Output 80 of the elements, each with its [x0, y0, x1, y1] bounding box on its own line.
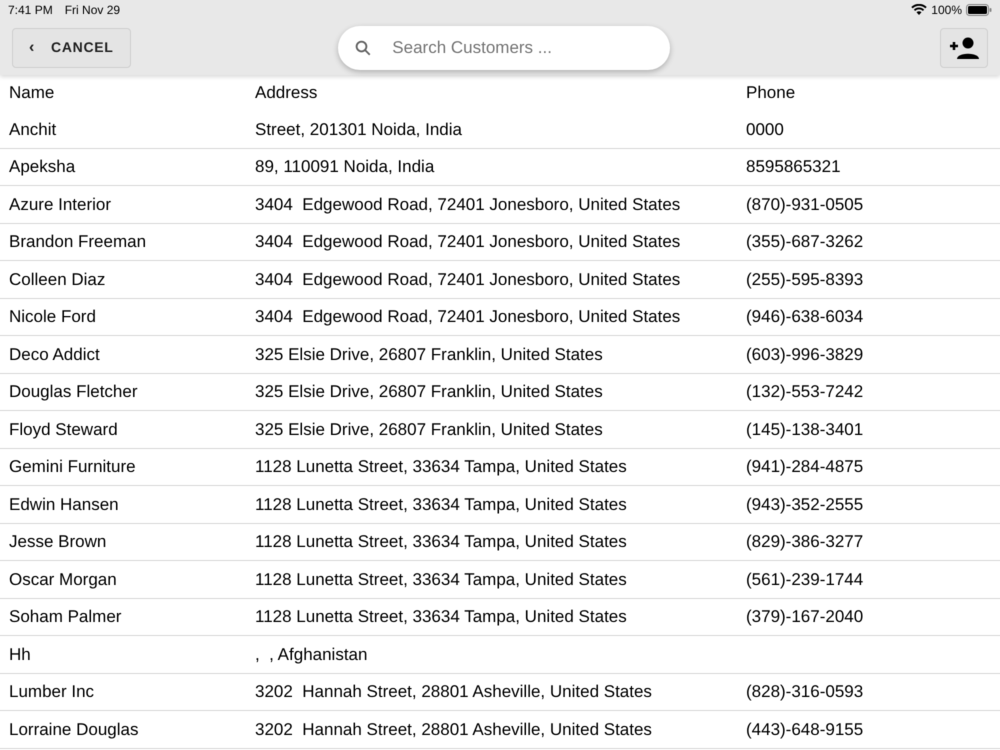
battery-icon	[966, 4, 992, 16]
phone-cell-text: 8595865321	[746, 156, 841, 178]
phone-cell-text: (255)-595-8393	[746, 268, 864, 290]
customer-row[interactable]: Douglas Fletcher 325 Elsie Drive, 26807 Franklin, United States (132)-553-7242	[0, 374, 1000, 411]
status-date: Fri Nov 29	[64, 2, 120, 19]
name-cell-text: Lorraine Douglas	[9, 718, 140, 740]
address-cell-text: 1128 Lunetta Street, 33634 Tampa, United States	[255, 494, 628, 516]
address-cell-text: 1128 Lunetta Street, 33634 Tampa, United States	[255, 568, 628, 590]
customer-row[interactable]: Gemini Furniture 1128 Lunetta Street, 33634 Tampa, United States (941)-284-4875	[0, 448, 1000, 486]
address-cell-text: 3404 Edgewood Road, 72401 Jonesboro, United States	[255, 268, 682, 290]
phone-cell-text: (828)-316-0593	[746, 681, 864, 703]
customer-row[interactable]: Edwin Hansen 1128 Lunetta Street, 33634 Tampa, United States (943)-352-2555	[0, 486, 1000, 524]
customer-row[interactable]: Floyd Steward 325 Elsie Drive, 26807 Franklin, United States (145)-138-3401	[0, 411, 1000, 448]
address-cell-text: 3404 Edgewood Road, 72401 Jonesboro, United States	[255, 306, 682, 328]
add-person-icon	[948, 36, 980, 60]
phone-cell-text: (145)-138-3401	[746, 418, 864, 440]
battery-percent: 100%	[931, 2, 962, 19]
name-cell-text: Colleen Diaz	[9, 268, 106, 290]
phone-cell-text: (379)-167-2040	[746, 606, 864, 628]
customer-row[interactable]: Hh , , Afghanistan	[0, 636, 1000, 674]
phone-cell-text: 0000	[746, 118, 784, 140]
name-cell-text: Floyd Steward	[9, 418, 119, 440]
phone-cell-text: (829)-386-3277	[746, 531, 864, 553]
name-cell-text: Soham Palmer	[9, 606, 122, 628]
address-cell-text: 89, 110091 Noida, India	[255, 156, 436, 178]
address-cell-text: 3404 Edgewood Road, 72401 Jonesboro, United States	[255, 231, 682, 253]
customer-row[interactable]: Oscar Morgan 1128 Lunetta Street, 33634 Tampa, United States (561)-239-1744	[0, 561, 1000, 598]
column-header: Name	[9, 82, 56, 104]
phone-cell-text: (132)-553-7242	[746, 381, 864, 403]
customer-row[interactable]: Azure Interior 3404 Edgewood Road, 72401 Jonesboro, United States (870)-931-0505	[0, 186, 1000, 224]
name-cell-text: Nicole Ford	[9, 306, 97, 328]
name-cell-text: Lumber Inc	[9, 681, 96, 703]
cancel-button[interactable]: ‹ CANCEL	[12, 28, 131, 68]
name-cell-text: Anchit	[9, 118, 58, 140]
wifi-icon	[911, 4, 928, 16]
customer-row[interactable]: Soham Palmer 1128 Lunetta Street, 33634 Tampa, United States (379)-167-2040	[0, 598, 1000, 636]
phone-cell-text: (561)-239-1744	[746, 568, 864, 590]
address-cell-text: 325 Elsie Drive, 26807 Franklin, United States	[255, 418, 604, 440]
phone-cell-text: (870)-931-0505	[746, 194, 864, 216]
search-icon	[354, 38, 372, 56]
address-cell-text: 1128 Lunetta Street, 33634 Tampa, United States	[255, 531, 628, 553]
customer-row[interactable]: Jesse Brown 1128 Lunetta Street, 33634 Tampa, United States (829)-386-3277	[0, 524, 1000, 561]
address-cell-text: 1128 Lunetta Street, 33634 Tampa, United States	[255, 606, 628, 628]
customer-row[interactable]: Anchit Street, 201301 Noida, India 0000	[0, 111, 1000, 148]
customer-row[interactable]: Colleen Diaz 3404 Edgewood Road, 72401 Jonesboro, United States (255)-595-8393	[0, 261, 1000, 298]
customer-row[interactable]: Apeksha 89, 110091 Noida, India 8595865321	[0, 148, 1000, 186]
name-cell-text: Gemini Furniture	[9, 456, 137, 478]
address-cell-text: 3404 Edgewood Road, 72401 Jonesboro, United States	[255, 194, 682, 216]
address-cell-text: 325 Elsie Drive, 26807 Franklin, United States	[255, 344, 604, 366]
address-cell-text: 1128 Lunetta Street, 33634 Tampa, United States	[255, 456, 628, 478]
address-cell-text: 3202 Hannah Street, 28801 Asheville, United States	[255, 718, 653, 740]
customer-row[interactable]: Deco Addict 325 Elsie Drive, 26807 Franklin, United States (603)-996-3829	[0, 336, 1000, 374]
address-cell-text: 3202 Hannah Street, 28801 Asheville, United States	[255, 681, 653, 703]
name-cell-text: Azure Interior	[9, 194, 112, 216]
phone-cell-text: (941)-284-4875	[746, 456, 864, 478]
phone-cell-text: (355)-687-3262	[746, 231, 864, 253]
name-cell-text: Deco Addict	[9, 344, 101, 366]
address-cell-text: , , Afghanistan	[255, 644, 368, 666]
phone-cell-text: (943)-352-2555	[746, 494, 864, 516]
customer-row[interactable]: Lorraine Douglas 3202 Hannah Street, 28801 Asheville, United States (443)-648-9155	[0, 711, 1000, 748]
name-cell-text: Oscar Morgan	[9, 568, 118, 590]
search-field[interactable]: Search Customers ...	[338, 26, 670, 70]
phone-cell-text: (603)-996-3829	[746, 344, 864, 366]
column-header: Phone	[746, 82, 796, 104]
name-cell-text: Brandon Freeman	[9, 231, 148, 253]
customer-row[interactable]: Brandon Freeman 3404 Edgewood Road, 72401 Jonesboro, United States (355)-687-3262	[0, 224, 1000, 261]
address-cell-text: 325 Elsie Drive, 26807 Franklin, United States	[255, 381, 604, 403]
phone-cell-text: (443)-648-9155	[746, 718, 864, 740]
name-cell-text: Hh	[9, 644, 32, 666]
name-cell-text: Douglas Fletcher	[9, 381, 139, 403]
status-time: 7:41 PM	[8, 2, 53, 19]
name-cell-text: Edwin Hansen	[9, 494, 120, 516]
name-cell-text: Apeksha	[9, 156, 76, 178]
address-cell-text: Street, 201301 Noida, India	[255, 118, 463, 140]
name-cell-text: Jesse Brown	[9, 531, 108, 553]
customer-row[interactable]: Lumber Inc 3202 Hannah Street, 28801 Asheville, United States (828)-316-0593	[0, 674, 1000, 711]
phone-cell-text: (946)-638-6034	[746, 306, 864, 328]
customer-row[interactable]: Nicole Ford 3404 Edgewood Road, 72401 Jonesboro, United States (946)-638-6034	[0, 298, 1000, 336]
column-header: Address	[255, 82, 318, 104]
add-customer-button[interactable]	[940, 28, 988, 68]
